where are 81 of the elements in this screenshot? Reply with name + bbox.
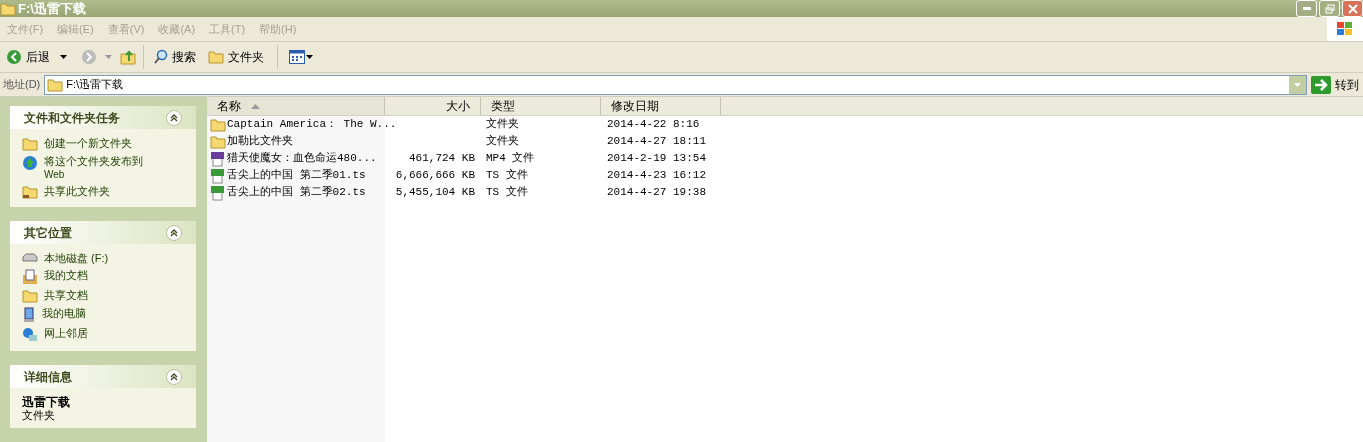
column-header[interactable]: 大小 <box>385 97 481 115</box>
file-size: 5,455,104 KB <box>395 186 475 199</box>
new-folder-icon <box>22 137 38 151</box>
file-type: TS 文件 <box>486 169 528 182</box>
file-type: TS 文件 <box>486 186 528 199</box>
shared-folder-icon <box>22 185 38 199</box>
file-row[interactable]: 猎天使魔女：血色命运480... 461,724 KB MP4 文件 2014-2-19 13:54 <box>207 150 1363 167</box>
detail-name: 迅雷下载 <box>22 396 71 409</box>
back-button[interactable]: 后退 <box>4 48 52 66</box>
modified-date: 2014-4-23 16:12 <box>607 169 707 182</box>
caret-icon[interactable] <box>60 55 67 59</box>
folder-icon <box>208 50 224 64</box>
caret-icon <box>306 55 313 59</box>
file-type: 文件夹 <box>486 118 519 131</box>
restore-icon <box>1324 3 1335 14</box>
collapse-icon[interactable] <box>166 109 182 126</box>
documents-icon <box>22 269 38 285</box>
sort-arrow-icon <box>251 103 260 109</box>
panel-title: 文件和文件夹任务 <box>24 109 120 127</box>
collapse-icon[interactable] <box>166 224 182 241</box>
drive-icon <box>22 252 38 264</box>
file-name: 猎天使魔女：血色命运480... <box>227 151 377 167</box>
task-link[interactable]: 共享此文件夹 <box>44 185 110 198</box>
video-file-icon <box>210 184 226 201</box>
task-link[interactable]: 本地磁盘 (F:) <box>44 252 109 265</box>
modified-date: 2014-4-27 19:38 <box>607 186 707 199</box>
task-link[interactable]: 网上邻居 <box>44 327 88 340</box>
search-button[interactable]: 搜索 <box>151 48 198 66</box>
column-header[interactable]: 修改日期 <box>601 97 721 115</box>
file-row[interactable]: 舌尖上的中国 第二季02.ts 5,455,104 KB TS 文件 2014-4-27 19:38 <box>207 184 1363 201</box>
flag-icon <box>1336 21 1354 37</box>
restore-button[interactable] <box>1319 0 1340 17</box>
minimize-button[interactable] <box>1296 0 1317 17</box>
folder-icon <box>210 134 226 149</box>
task-link[interactable]: 我的电脑 <box>42 307 86 320</box>
caret-icon <box>1294 82 1301 87</box>
video-file-icon <box>210 150 226 167</box>
file-size: 461,724 KB <box>409 152 475 165</box>
file-row[interactable]: 舌尖上的中国 第二季01.ts 6,666,666 KB TS 文件 2014-4-23 16:12 <box>207 167 1363 184</box>
window-title: F:\迅雷下载 <box>18 0 86 18</box>
file-name: 舌尖上的中国 第二季01.ts <box>227 168 366 184</box>
folder-icon <box>22 289 38 303</box>
task-link[interactable]: 将这个文件夹发布到 <box>44 155 143 168</box>
panel-title: 详细信息 <box>24 368 72 386</box>
task-link[interactable]: 创建一个新文件夹 <box>44 137 132 150</box>
modified-date: 2014-2-19 13:54 <box>607 152 707 165</box>
file-name: 舌尖上的中国 第二季02.ts <box>227 185 366 201</box>
detail-type: 文件夹 <box>22 409 56 422</box>
modified-date: 2014-4-27 18:11 <box>607 135 707 148</box>
folder-icon <box>47 77 64 92</box>
address-field[interactable]: F:\迅雷下载 <box>44 74 1307 95</box>
file-type: 文件夹 <box>486 135 519 148</box>
modified-date: 2014-4-22 8:16 <box>607 118 700 131</box>
close-button[interactable] <box>1342 0 1363 17</box>
task-link[interactable]: 我的文档 <box>44 269 88 282</box>
computer-icon <box>22 307 36 323</box>
collapse-icon[interactable] <box>166 368 182 385</box>
minimize-icon <box>1302 7 1311 10</box>
globe-icon <box>22 155 38 171</box>
right-arrow-icon <box>1311 75 1331 94</box>
folders-button[interactable]: 文件夹 <box>202 48 270 66</box>
up-folder-icon[interactable] <box>120 49 136 65</box>
address-label: 地址(D) <box>3 77 41 93</box>
file-size: 6,666,666 KB <box>395 169 475 182</box>
address-text: F:\迅雷下载 <box>66 77 124 93</box>
go-button[interactable]: 转到 <box>1311 75 1359 94</box>
task-link[interactable]: 共享文档 <box>44 289 88 302</box>
grid-view-icon <box>289 50 305 64</box>
close-icon <box>1347 3 1358 14</box>
file-name: 加勒比文件夹 <box>227 134 293 150</box>
video-file-icon <box>210 167 226 184</box>
search-icon <box>153 49 169 65</box>
file-type: MP4 文件 <box>486 152 535 165</box>
file-row[interactable]: Captain America： The W... 文件夹 2014-4-22 8:16 <box>207 116 1363 133</box>
file-row[interactable]: 加勒比文件夹 文件夹 2014-4-27 18:11 <box>207 133 1363 150</box>
column-header[interactable]: 类型 <box>481 97 601 115</box>
task-link[interactable]: Web <box>44 168 143 181</box>
file-name: Captain America： The W... <box>227 117 397 133</box>
dropdown-button[interactable] <box>1289 75 1306 94</box>
column-header[interactable]: 名称 <box>207 97 385 115</box>
panel-title: 其它位置 <box>24 224 72 242</box>
